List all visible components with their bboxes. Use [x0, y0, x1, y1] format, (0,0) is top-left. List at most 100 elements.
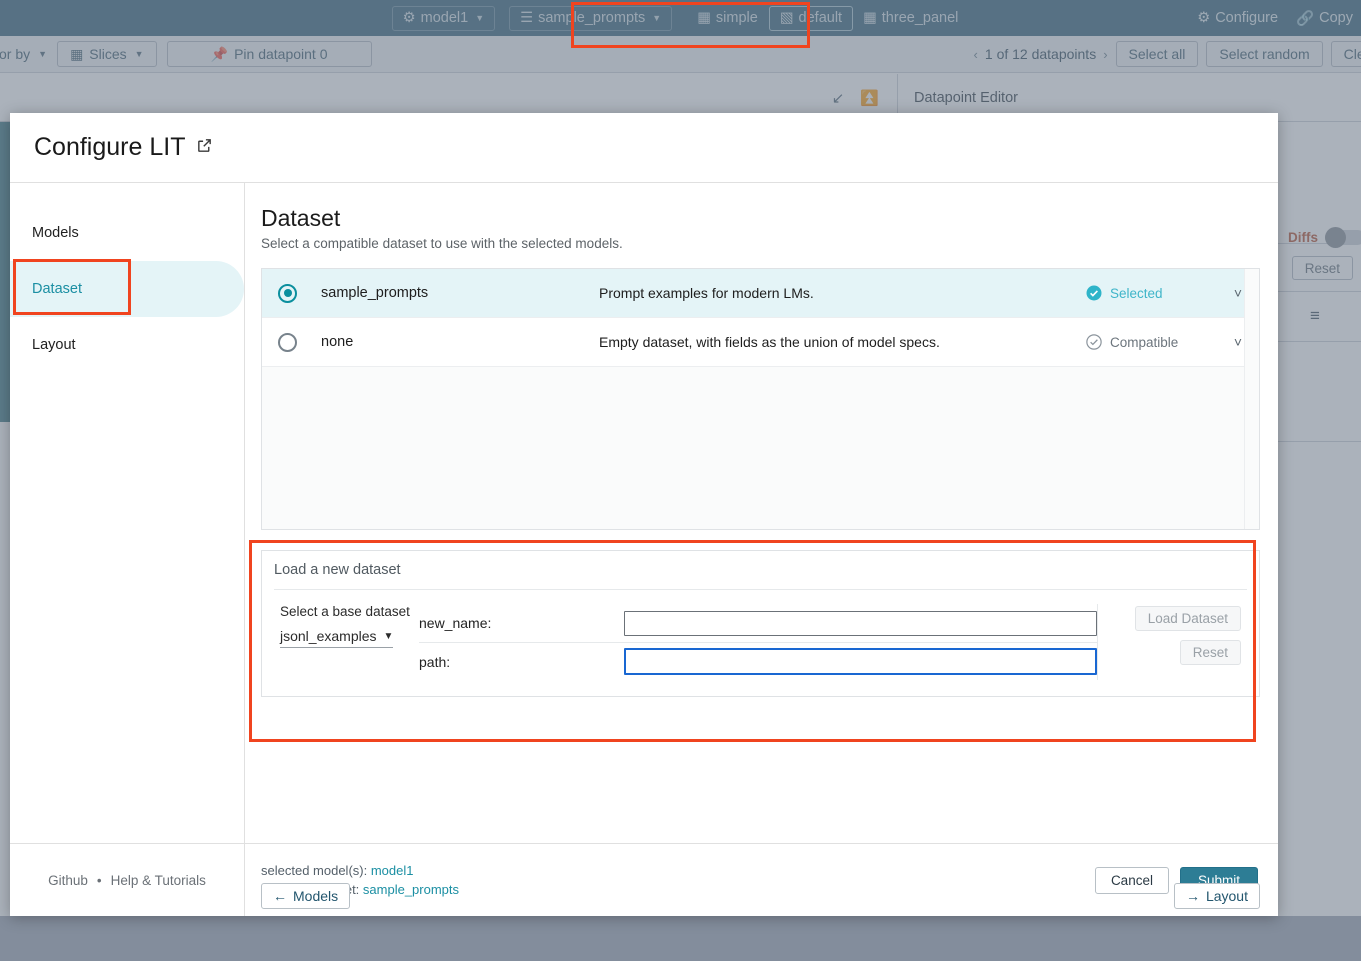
- field-row-path: path:: [419, 642, 1097, 680]
- new-name-label: new_name:: [419, 615, 624, 631]
- minimize-icon[interactable]: ↙: [832, 89, 845, 107]
- base-dataset-column: Select a base dataset jsonl_examples ▼: [274, 604, 419, 680]
- copy-label: Copy: [1319, 10, 1353, 26]
- diffs-label: Diffs: [1288, 230, 1318, 245]
- new-name-input[interactable]: [624, 611, 1097, 636]
- dataset-description: Prompt examples for modern LMs.: [599, 285, 1085, 301]
- configure-modal: Configure LIT Models Dataset Layout: [10, 113, 1278, 916]
- dataset-list-scrollbar[interactable]: [1244, 269, 1259, 529]
- dataset-list: sample_prompts Prompt examples for moder…: [261, 268, 1260, 530]
- modal-body: Models Dataset Layout Dataset Select a c…: [10, 183, 1278, 843]
- status-label: Selected: [1110, 286, 1163, 301]
- next-page-button[interactable]: → Layout: [1174, 883, 1260, 909]
- grid-icon: ▦: [697, 10, 711, 26]
- sidebar-item-models[interactable]: Models: [10, 205, 244, 261]
- selected-models-prefix: selected model(s):: [261, 863, 367, 878]
- check-circle-outline-icon: [1085, 333, 1103, 351]
- grid-icon: ▧: [780, 10, 794, 26]
- radio-button[interactable]: [278, 333, 297, 352]
- dataset-selector-label: sample_prompts: [538, 10, 645, 26]
- sidebar-item-layout[interactable]: Layout: [10, 317, 244, 373]
- load-dataset-button[interactable]: Load Dataset: [1135, 606, 1241, 631]
- gear-icon: ⚙: [1197, 10, 1210, 26]
- dataset-description: Empty dataset, with fields as the union …: [599, 334, 1085, 350]
- path-label: path:: [419, 654, 624, 670]
- path-input[interactable]: [624, 648, 1097, 675]
- status-badge: Compatible: [1085, 333, 1217, 351]
- configure-label: Configure: [1215, 10, 1278, 26]
- clear-selection-button[interactable]: Clear s: [1331, 41, 1361, 67]
- slices-icon: ▦: [70, 46, 83, 63]
- base-dataset-label: Select a base dataset: [280, 604, 419, 619]
- layout-option-label: default: [799, 10, 843, 26]
- layout-option-simple[interactable]: ▦ simple: [686, 6, 769, 31]
- chevron-down-icon: ▼: [475, 14, 484, 23]
- open-external-icon[interactable]: [196, 137, 213, 159]
- modal-header: Configure LIT: [10, 113, 1278, 183]
- layout-option-default[interactable]: ▧ default: [769, 6, 853, 31]
- pin-datapoint-label: Pin datapoint 0: [234, 46, 327, 62]
- load-new-dataset-box: Load a new dataset Select a base dataset…: [261, 550, 1260, 697]
- arrow-right-icon: →: [1186, 888, 1200, 904]
- check-circle-filled-icon: [1085, 284, 1103, 302]
- chevron-down-icon: ▼: [652, 14, 661, 23]
- sidebar-item-label: Layout: [32, 337, 76, 353]
- chevron-down-icon: ▼: [135, 50, 144, 59]
- chevron-down-icon: ▼: [384, 631, 394, 642]
- help-tutorials-link[interactable]: Help & Tutorials: [111, 873, 206, 888]
- copy-link-button[interactable]: 🔗 Copy: [1296, 10, 1353, 27]
- color-by-selector[interactable]: Color by ▼: [0, 46, 47, 62]
- expand-icon[interactable]: ⏫: [860, 89, 879, 107]
- diffs-toggle[interactable]: [1325, 230, 1361, 245]
- toolbar-left-group: Color by ▼ ▦ Slices ▼ 📌 Pin datapoint 0: [0, 41, 372, 67]
- load-new-dataset-inner: Select a base dataset jsonl_examples ▼ n…: [274, 589, 1247, 696]
- prev-datapoint-icon[interactable]: ‹: [974, 47, 978, 62]
- next-page-label: Layout: [1206, 888, 1248, 904]
- bg-rail-sec-2: Reset: [1270, 244, 1361, 292]
- select-all-button[interactable]: Select all: [1116, 41, 1199, 67]
- sidebar-item-dataset[interactable]: Dataset: [10, 261, 244, 317]
- reset-button[interactable]: Reset: [1292, 256, 1353, 280]
- pin-icon: 📌: [211, 46, 228, 63]
- model-selector[interactable]: ⚙ model1 ▼: [392, 6, 495, 31]
- sidebar-item-label: Models: [32, 225, 79, 241]
- grid-icon: ▦: [863, 10, 877, 26]
- main-topbar: ⚙ model1 ▼ ☰ sample_prompts ▼ ▦ simple: [0, 0, 1361, 36]
- datapoint-navigator: ‹ 1 of 12 datapoints ›: [974, 46, 1108, 62]
- base-dataset-select[interactable]: jsonl_examples ▼: [280, 628, 393, 648]
- pin-datapoint-button[interactable]: 📌 Pin datapoint 0: [167, 41, 372, 67]
- diffs-toggle-group[interactable]: Diffs: [1288, 230, 1361, 245]
- table-row[interactable]: none Empty dataset, with fields as the u…: [262, 318, 1259, 367]
- bg-rail-sec-1: [1270, 122, 1361, 244]
- equals-icon: ≡: [1310, 306, 1320, 326]
- status-label: Compatible: [1110, 335, 1178, 350]
- next-datapoint-icon[interactable]: ›: [1103, 47, 1107, 62]
- layout-option-three-panel[interactable]: ▦ three_panel: [853, 6, 969, 31]
- dataset-icon: ☰: [520, 10, 533, 26]
- secondary-toolbar: Color by ▼ ▦ Slices ▼ 📌 Pin datapoint 0 …: [0, 36, 1361, 73]
- load-new-dataset-section: Load a new dataset Select a base dataset…: [261, 550, 1260, 697]
- slices-button[interactable]: ▦ Slices ▼: [57, 41, 157, 67]
- bg-rail-sec-3: ≡: [1270, 292, 1361, 342]
- toolbar-right-group: ‹ 1 of 12 datapoints › Select all Select…: [974, 41, 1361, 67]
- selected-models-line: selected model(s): model1: [261, 861, 459, 880]
- footer-links: Github • Help & Tutorials: [10, 844, 245, 916]
- modal-title: Configure LIT: [34, 133, 185, 162]
- chevron-down-icon: ▼: [38, 50, 47, 59]
- radio-button[interactable]: [278, 284, 297, 303]
- color-by-label: Color by: [0, 46, 30, 62]
- configure-button[interactable]: ⚙ Configure: [1197, 10, 1278, 26]
- select-random-button[interactable]: Select random: [1206, 41, 1322, 67]
- github-link[interactable]: Github: [48, 873, 88, 888]
- slices-label: Slices: [89, 46, 126, 62]
- dataset-name: none: [321, 334, 599, 350]
- datapoint-editor-title: Datapoint Editor: [914, 90, 1018, 106]
- main-header: Dataset Select a compatible dataset to u…: [261, 183, 1260, 251]
- model-selector-label: model1: [421, 10, 469, 26]
- reset-load-button[interactable]: Reset: [1180, 640, 1241, 665]
- prev-page-button[interactable]: ← Models: [261, 883, 350, 909]
- layout-option-label: three_panel: [882, 10, 959, 26]
- table-row[interactable]: sample_prompts Prompt examples for moder…: [262, 269, 1259, 318]
- dataset-selector[interactable]: ☰ sample_prompts ▼: [509, 6, 672, 31]
- load-actions-column: Load Dataset Reset: [1097, 604, 1247, 680]
